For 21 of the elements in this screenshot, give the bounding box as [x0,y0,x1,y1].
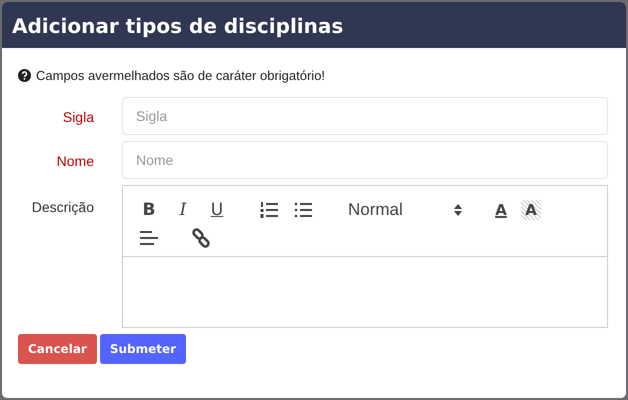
notice-text: Campos avermelhados são de caráter obrigatório! [36,68,326,83]
link-icon[interactable] [191,228,211,248]
cancel-button[interactable]: Cancelar [18,334,97,364]
field-label: Sigla [62,109,94,127]
background-color-button[interactable]: A [521,200,541,220]
sort-icon [454,204,462,216]
bullet-list-icon[interactable] [293,201,313,219]
field-label: Nome [56,153,94,171]
bold-button[interactable]: B [135,196,163,224]
underline-button[interactable]: U [203,196,231,224]
numbered-list-icon[interactable] [259,201,279,219]
submit-button[interactable]: Submeter [100,334,186,364]
italic-button[interactable]: I [169,196,197,224]
align-left-icon[interactable] [139,229,159,247]
text-color-button[interactable]: A [487,196,515,224]
dialog-title: Adicionar tipos de disciplinas [2,2,626,48]
text-input[interactable]: Nome [122,141,608,179]
text-input[interactable]: Sigla [122,97,608,135]
help-icon [18,69,31,82]
field-label: Descrição [32,199,94,217]
format-select[interactable]: Normal [345,196,465,224]
